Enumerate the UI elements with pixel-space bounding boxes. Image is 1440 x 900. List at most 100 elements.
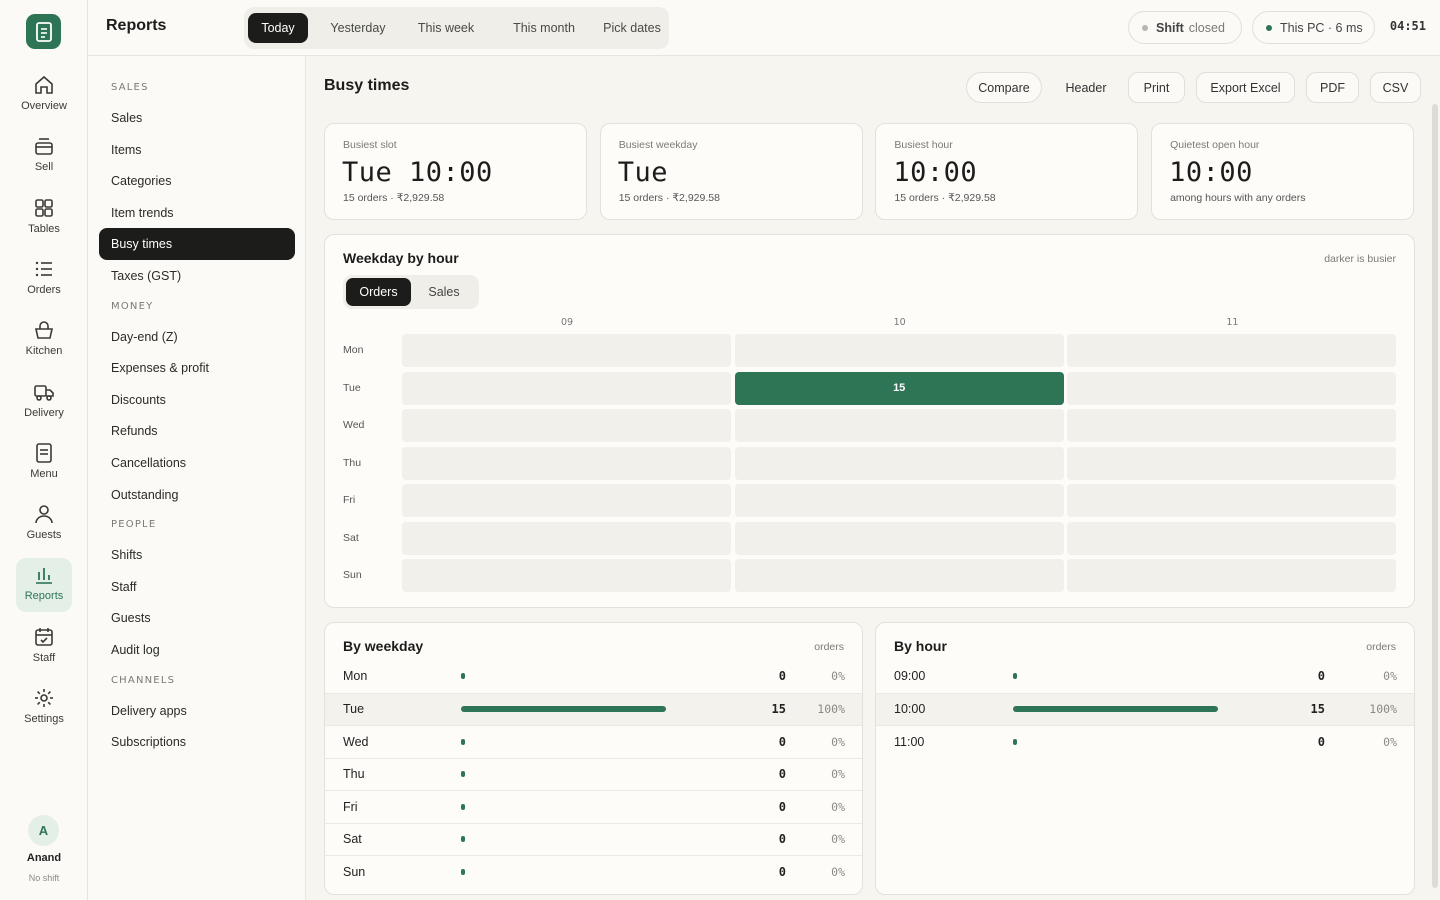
gear-icon [33,687,55,709]
heatmap-cell[interactable] [734,409,1064,442]
compare-button[interactable]: Compare [966,72,1042,103]
rail-item-staff[interactable]: Staff [16,620,72,674]
sidebar-item-outstanding[interactable]: Outstanding [99,479,295,511]
rail-item-orders[interactable]: Orders [16,252,72,306]
bar-row: 11:00 0 0% [876,725,1414,757]
rail-item-overview[interactable]: Overview [16,68,72,122]
rail-item-menu[interactable]: Menu [16,436,72,490]
export-excel-button[interactable]: Export Excel [1196,72,1295,103]
bar-label: 10:00 [894,702,926,716]
heatmap-cell[interactable] [402,521,731,555]
csv-button[interactable]: CSV [1370,72,1421,103]
bar-fill [461,771,465,777]
toggle-sales[interactable]: Sales [413,278,475,306]
heatmap-cell[interactable] [734,521,1064,555]
pdf-button[interactable]: PDF [1306,72,1359,103]
reports-sidebar: SALES Sales Items Categories Item trends Busy… [88,56,306,900]
heatmap-cell[interactable] [1067,409,1397,442]
heatmap-cell[interactable] [1067,484,1397,517]
heatmap-cell[interactable] [402,559,731,592]
sidebar-item-subscriptions[interactable]: Subscriptions [99,726,295,758]
by-weekday-card: By weekday orders Mon 0 0% Tue 15 100% Wed 0 0% T… [324,622,863,895]
bar-percent: 100% [817,702,845,716]
heatmap-cell[interactable] [734,334,1064,367]
sidebar-item-guests[interactable]: Guests [99,602,295,634]
bar-percent: 0% [831,669,845,683]
toggle-orders[interactable]: Orders [346,278,411,306]
rail-item-guests[interactable]: Guests [16,497,72,551]
sidebar-item-cancellations[interactable]: Cancellations [99,447,295,479]
sidebar-item-audit-log[interactable]: Audit log [99,634,295,666]
range-pick-dates[interactable]: Pick dates [600,13,664,43]
by-weekday-title: By weekday [343,638,424,654]
heatmap-cell[interactable] [1067,521,1397,555]
bar-row: 10:00 15 100% [876,692,1414,725]
clock: 04:51 [1389,19,1426,33]
sidebar-item-item-trends[interactable]: Item trends [99,197,295,229]
rail-item-label: Delivery [24,406,64,419]
sidebar-item-refunds[interactable]: Refunds [99,415,295,447]
sidebar-item-sales[interactable]: Sales [99,102,295,134]
bar-row: Thu 0 0% [325,757,862,790]
heatmap-cell[interactable] [1067,334,1397,367]
bar-row: 09:00 0 0% [876,660,1414,692]
stat-sub: among hours with any orders [1170,192,1306,204]
metric-toggle: Orders Sales [343,275,479,309]
heatmap-cell[interactable] [734,559,1064,592]
by-weekday-unit: orders [814,641,844,653]
bar-track [461,706,666,712]
range-yesterday[interactable]: Yesterday [312,13,404,43]
heatmap-cell[interactable] [734,484,1064,517]
heatmap-cell[interactable] [402,446,731,480]
left-rail: Overview Sell Tables Orders Kitchen Delivery M… [0,0,88,900]
sidebar-item-delivery-apps[interactable]: Delivery apps [99,695,295,727]
heatmap-cell[interactable] [402,484,731,517]
heatmap-row-label: Wed [343,419,365,431]
avatar[interactable]: A [28,815,59,846]
shift-status[interactable]: Shift closed [1128,11,1242,44]
rail-item-settings[interactable]: Settings [16,681,72,735]
sidebar-item-busy-times[interactable]: Busy times [99,228,295,261]
shift-label: Shift [1156,20,1184,35]
sidebar-item-day-end-z[interactable]: Day-end (Z) [99,321,295,353]
range-this-month[interactable]: This month [492,13,596,43]
sidebar-group-people: PEOPLE [111,519,157,531]
bar-fill [461,868,465,875]
stat-card-busiest-slot: Busiest slot Tue 10:00 15 orders · ₹2,929.… [324,123,587,220]
heatmap-cell[interactable]: 15 [734,371,1064,405]
rail-item-delivery[interactable]: Delivery [16,375,72,429]
stat-value: Tue 10:00 [342,157,493,188]
sidebar-item-staff[interactable]: Staff [99,571,295,603]
sidebar-item-shifts[interactable]: Shifts [99,539,295,571]
heatmap-cell[interactable] [1067,371,1397,405]
range-today[interactable]: Today [248,13,308,43]
device-status[interactable]: This PC · 6 ms [1252,11,1375,44]
rail-item-label: Overview [21,100,67,112]
heatmap-cell[interactable] [402,371,731,405]
sidebar-item-items[interactable]: Items [99,134,295,166]
app-logo-icon[interactable] [26,14,61,49]
rail-item-kitchen[interactable]: Kitchen [16,313,72,367]
rail-item-tables[interactable]: Tables [16,191,72,245]
sidebar-item-expenses-profit[interactable]: Expenses & profit [99,352,295,384]
sidebar-item-discounts[interactable]: Discounts [99,384,295,416]
range-this-week[interactable]: This week [400,13,492,43]
rail-item-sell[interactable]: Sell [16,129,72,183]
truck-icon [33,381,55,403]
home-icon [33,74,55,96]
heatmap-cell[interactable] [402,409,731,442]
sidebar-item-categories[interactable]: Categories [99,165,295,197]
heatmap-cell[interactable] [734,446,1064,480]
heatmap-cell[interactable] [1067,446,1397,480]
sidebar-item-taxes-gst[interactable]: Taxes (GST) [99,260,295,292]
heatmap-hint: darker is busier [1324,253,1396,265]
heatmap-cell[interactable] [1067,559,1397,592]
rail-item-reports[interactable]: Reports [16,558,72,613]
bar-row: Sat 0 0% [325,822,862,855]
heatmap-cell[interactable] [402,334,731,367]
main-scrollbar[interactable] [1432,104,1438,888]
bar-count: 0 [778,799,786,814]
print-button[interactable]: Print [1128,72,1185,103]
header-button[interactable]: Header [1052,72,1120,103]
bar-count: 0 [778,864,786,879]
